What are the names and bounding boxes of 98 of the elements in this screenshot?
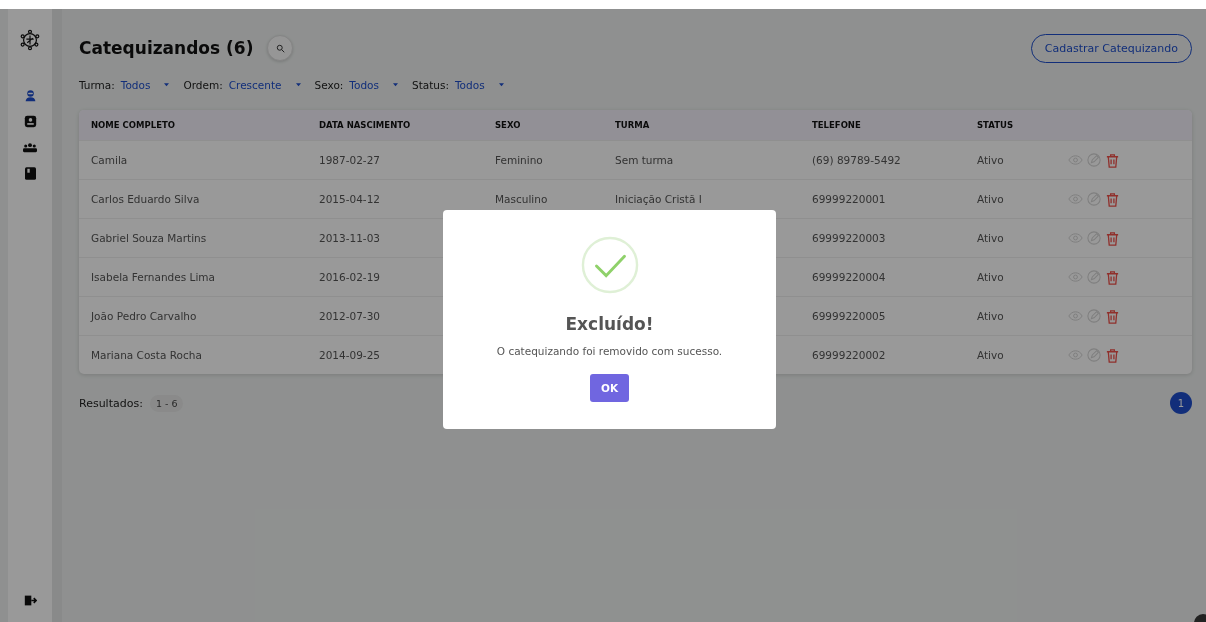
view-button[interactable] (1068, 233, 1083, 243)
view-button[interactable] (1068, 155, 1083, 165)
page-button[interactable]: 1 (1170, 392, 1192, 414)
table-cell-text: Carlos Eduardo Silva (91, 193, 201, 205)
table-cell-text: 2013-11-03 (319, 232, 382, 244)
caret-icon (393, 83, 398, 87)
table-cell-text: 69999220005 (812, 310, 887, 322)
eye-icon (1068, 350, 1083, 360)
table-cell-text: Masculino (495, 193, 549, 205)
delete-button[interactable] (1105, 152, 1120, 168)
table-cell-text: (69) 89789-5492 (812, 154, 902, 166)
delete-button[interactable] (1105, 269, 1120, 285)
column-header: SEXO (495, 120, 522, 130)
table-cell-text: Camila (91, 154, 129, 166)
delete-button[interactable] (1105, 308, 1120, 324)
logo-icon (19, 29, 41, 51)
table-cell-text: 2015-04-12 (319, 193, 382, 205)
edit-button[interactable] (1087, 192, 1101, 206)
view-button[interactable] (1068, 350, 1083, 360)
table-cell-text: Gabriel Souza Martins (91, 232, 208, 244)
table-cell-text: Feminino (495, 154, 544, 166)
page-title: Catequizandos (6) (79, 38, 254, 58)
eye-icon (1068, 155, 1083, 165)
edit-button[interactable] (1087, 153, 1101, 167)
pencil-icon (1087, 270, 1101, 284)
edit-button[interactable] (1087, 270, 1101, 284)
table-cell-text: Ativo (977, 349, 1005, 361)
filter-label: Sexo: (314, 79, 344, 91)
pencil-icon (1087, 153, 1101, 167)
delete-button[interactable] (1105, 191, 1120, 207)
eye-icon (1068, 311, 1083, 321)
eye-icon (1068, 194, 1083, 204)
table-cell-text: João Pedro Carvalho (91, 310, 198, 322)
eye-icon (1068, 233, 1083, 243)
table-cell-text: 69999220002 (812, 349, 887, 361)
table-cell-text: Ativo (977, 232, 1005, 244)
logout-icon (23, 593, 37, 607)
success-check-icon (580, 236, 639, 294)
table-cell-text: 69999220004 (812, 271, 887, 283)
trash-icon (1105, 347, 1120, 363)
ok-button[interactable]: OK (590, 374, 629, 402)
pencil-icon (1087, 348, 1101, 362)
trash-icon (1105, 308, 1120, 324)
trash-icon (1105, 152, 1120, 168)
id-card-icon (23, 114, 37, 128)
caret-icon (295, 83, 301, 87)
table-cell-text: Ativo (977, 193, 1005, 205)
filter-label: Turma: (79, 79, 115, 91)
dialog-message: O catequizando foi removido com sucesso. (496, 345, 723, 357)
eye-icon (1068, 272, 1083, 282)
results-label: Resultados: (79, 396, 143, 410)
filter-dropdown[interactable]: Todos (120, 79, 170, 91)
table-cell-text: 2012-07-30 (319, 310, 382, 322)
table-cell-text: Sem turma (615, 154, 675, 166)
search-icon (275, 43, 285, 53)
filter-dropdown[interactable]: Crescente (228, 79, 301, 91)
filter-label: Status: (412, 79, 449, 91)
table-cell-text: 2016-02-19 (319, 271, 382, 283)
view-button[interactable] (1068, 311, 1083, 321)
trash-icon (1105, 230, 1120, 246)
caret-icon (164, 83, 170, 87)
column-header: DATA NASCIMENTO (319, 120, 412, 130)
table-cell-text: Ativo (977, 271, 1005, 283)
book-icon (24, 166, 36, 180)
results-range: 1 - 6 (149, 394, 184, 412)
caret-icon (498, 83, 504, 87)
edit-button[interactable] (1087, 348, 1101, 362)
filter-dropdown[interactable]: Todos (349, 79, 398, 91)
search-button[interactable] (267, 35, 294, 61)
trash-icon (1105, 191, 1120, 207)
table-cell-text: Ativo (977, 310, 1005, 322)
edit-button[interactable] (1087, 231, 1101, 245)
filter-dropdown[interactable]: Todos (455, 79, 504, 91)
filter-label: Ordem: (183, 79, 223, 91)
pencil-icon (1087, 192, 1101, 206)
edit-button[interactable] (1087, 309, 1101, 323)
pencil-icon (1087, 231, 1101, 245)
table-cell-text: 1987-02-27 (319, 154, 382, 166)
column-header: NOME COMPLETO (91, 120, 176, 130)
view-button[interactable] (1068, 272, 1083, 282)
table-cell-text: 2014-09-25 (319, 349, 382, 361)
trash-icon (1105, 269, 1120, 285)
table-cell-text: Iniciação Cristã I (615, 193, 703, 205)
table-cell-text: 69999220003 (812, 232, 887, 244)
table-cell-text: 69999220001 (812, 193, 887, 205)
table-cell-text: Mariana Costa Rocha (91, 349, 203, 361)
column-header: STATUS (977, 120, 1014, 130)
column-header: TURMA (615, 120, 651, 130)
group-icon (23, 141, 37, 153)
delete-button[interactable] (1105, 230, 1120, 246)
dialog-title: Excluído! (565, 314, 654, 334)
table-cell-text: Ativo (977, 154, 1005, 166)
pencil-icon (1087, 309, 1101, 323)
delete-button[interactable] (1105, 347, 1120, 363)
user-icon (23, 88, 37, 102)
table-cell-text: Isabela Fernandes Lima (91, 271, 216, 283)
column-header: TELEFONE (812, 120, 862, 130)
view-button[interactable] (1068, 194, 1083, 204)
